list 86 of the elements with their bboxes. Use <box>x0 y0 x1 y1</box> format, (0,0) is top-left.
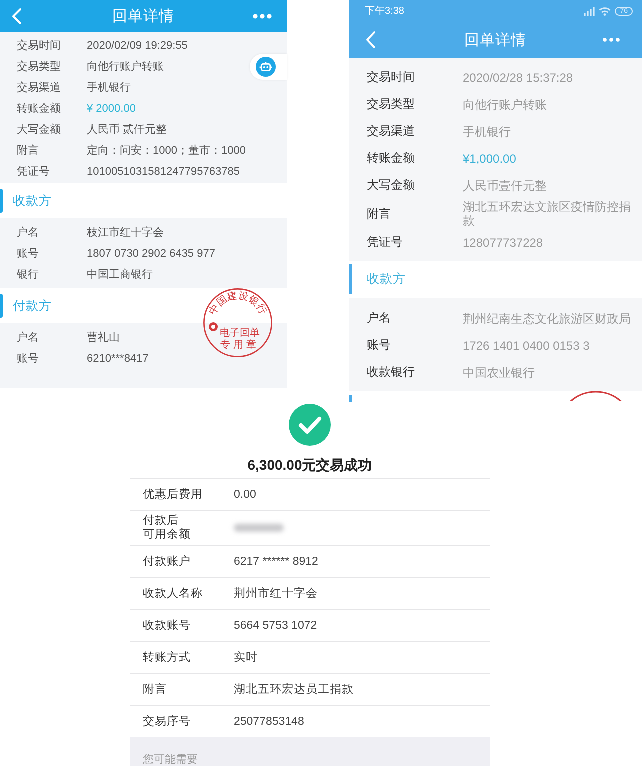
field-value: 人民币 贰仟元整 <box>87 123 168 137</box>
field-value: 25077853148 <box>234 716 304 728</box>
field-label: 凭证号 <box>366 234 404 251</box>
page-title: 回单详情 <box>464 30 526 50</box>
blurred-value <box>234 524 284 532</box>
field-label: 付款后 <box>143 514 179 528</box>
field-value: 1010051031581247795763785 <box>87 166 240 178</box>
robot-icon <box>256 57 276 77</box>
more-icon[interactable] <box>603 38 620 42</box>
section-accent-bar <box>349 264 352 294</box>
field-value: 湖北五环宏达文旅区疫情防控捐款 <box>463 199 632 229</box>
signal-icon <box>584 6 596 16</box>
more-icon[interactable] <box>253 14 272 18</box>
field-label: 交易类型 <box>16 60 62 74</box>
field-value: 6217 ****** 8912 <box>234 556 318 568</box>
status-time: 下午3:38 <box>365 5 404 18</box>
result-title: 6,300.00元交易成功 <box>246 456 374 475</box>
field-label: 账号 <box>366 337 392 354</box>
field-value: 6210***8417 <box>87 352 149 364</box>
amount-value: ¥1,000.00 <box>463 150 518 166</box>
field-value: 曹礼山 <box>87 330 120 345</box>
field-value: 0.00 <box>234 488 256 500</box>
field-value: 1726 1401 0400 0153 3 <box>463 338 591 354</box>
field-value: 128077737228 <box>463 234 544 250</box>
field-value: 荆州市红十字会 <box>234 586 318 601</box>
field-label: 大写金额 <box>366 177 416 194</box>
suggestion-label: 您可能需要 <box>143 753 198 767</box>
field-label: 可用余额 <box>143 528 191 542</box>
page-title: 回单详情 <box>112 6 174 26</box>
section-title: 收款方 <box>13 193 52 210</box>
field-label: 户名 <box>16 226 40 240</box>
stamp-arc-text: 中国建设银行 <box>208 290 268 317</box>
section-title: 付款方 <box>13 298 52 315</box>
field-label: 收款账号 <box>143 618 191 632</box>
field-value: 手机银行 <box>463 124 512 140</box>
field-label: 交易渠道 <box>16 80 62 95</box>
field-value: 中国工商银行 <box>87 268 153 282</box>
field-label: 户名 <box>366 310 392 327</box>
stamp-text: 电子回单 <box>220 328 260 339</box>
field-label: 交易类型 <box>366 96 416 113</box>
field-label: 凭证号 <box>16 165 51 179</box>
field-label: 付款账户 <box>143 554 191 568</box>
robot-button[interactable] <box>250 54 287 80</box>
field-value: 手机银行 <box>87 81 131 95</box>
section-accent-bar <box>349 395 352 402</box>
field-value: 5664 5753 1072 <box>234 620 318 632</box>
field-value: 2020/02/09 19:29:55 <box>87 40 188 52</box>
field-label: 交易时间 <box>16 38 62 53</box>
field-label: 收款人名称 <box>143 586 203 600</box>
field-label: 交易渠道 <box>366 123 416 140</box>
stamp-drawing <box>570 390 622 401</box>
field-label: 附言 <box>16 144 40 158</box>
field-label: 收款银行 <box>366 364 416 381</box>
stamp-text: 专用章 <box>220 340 260 351</box>
section-accent-bar <box>0 294 3 318</box>
field-label: 账号 <box>16 247 40 261</box>
field-label: 大写金额 <box>16 122 62 137</box>
field-value: 2020/02/28 15:37:28 <box>463 70 574 86</box>
field-value: 枝江市红十字会 <box>87 226 164 240</box>
field-value: 湖北五环宏达员工捐款 <box>234 682 354 697</box>
field-label: 户名 <box>16 330 40 345</box>
field-label: 优惠后费用 <box>143 488 203 502</box>
back-icon[interactable] <box>12 8 22 24</box>
field-label: 转账金额 <box>366 150 416 167</box>
field-value: 人民币壹仟元整 <box>463 178 548 194</box>
field-value: 向他行账户转账 <box>87 60 164 74</box>
field-value: 定向：问安：1000；董市：1000 <box>87 144 246 158</box>
field-value: 中国农业银行 <box>463 364 536 380</box>
field-value: 荆州纪南生态文化旅游区财政局 <box>463 310 632 326</box>
field-label: 银行 <box>16 268 40 282</box>
amount-value: ¥ 2000.00 <box>87 102 136 114</box>
field-value: 1807 0730 2902 6435 977 <box>87 248 216 260</box>
section-title: 收款方 <box>367 271 406 288</box>
field-label: 交易时间 <box>366 69 416 86</box>
field-label: 交易序号 <box>143 714 191 728</box>
back-icon[interactable] <box>366 31 376 49</box>
field-label: 转账金额 <box>16 102 62 116</box>
field-value: 实时 <box>234 650 258 665</box>
field-label: 账号 <box>16 352 40 366</box>
check-icon <box>289 404 331 446</box>
wifi-icon <box>599 6 612 16</box>
field-label: 附言 <box>143 682 167 696</box>
field-value: 向他行账户转账 <box>463 96 548 112</box>
section-accent-bar <box>0 189 3 213</box>
field-label: 转账方式 <box>143 650 191 664</box>
field-label: 附言 <box>366 206 392 222</box>
